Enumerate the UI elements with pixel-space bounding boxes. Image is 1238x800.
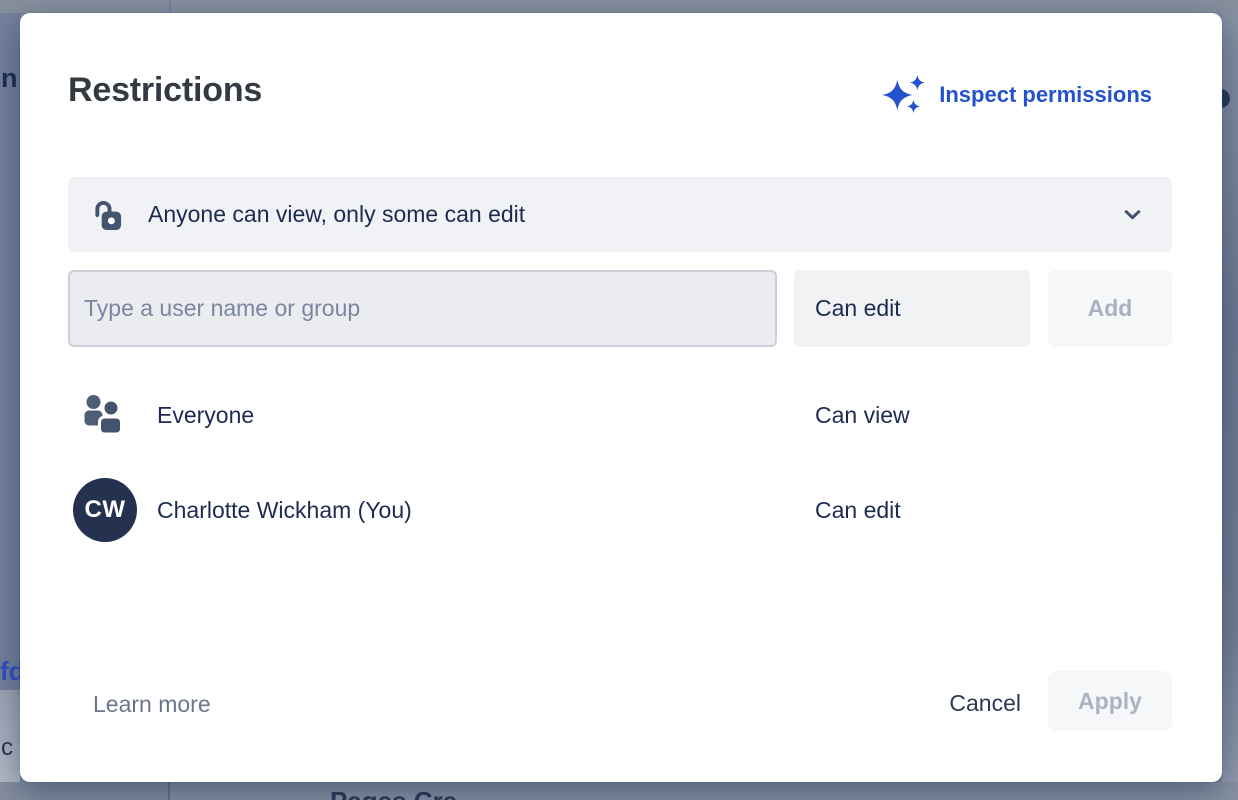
inspect-permissions-button[interactable]: Inspect permissions: [881, 75, 1152, 115]
avatar-initials: CW: [85, 496, 126, 524]
unlock-icon: [92, 198, 123, 232]
inspect-permissions-label: Inspect permissions: [939, 82, 1152, 108]
backdrop-left-strip: n fd c: [0, 13, 20, 800]
add-button[interactable]: Add: [1048, 270, 1172, 347]
dialog-title: Restrictions: [68, 71, 262, 109]
avatar: CW: [73, 478, 137, 542]
chevron-down-icon: [1124, 209, 1141, 220]
backdrop-hidden-button: [1222, 89, 1230, 108]
restriction-row-name: Charlotte Wickham (You): [157, 497, 412, 523]
cancel-button[interactable]: Cancel: [949, 690, 1021, 717]
backdrop-page-divider-top: [169, 0, 171, 13]
permission-select-value: Can edit: [815, 295, 901, 322]
backdrop-page-divider-bottom: [168, 782, 170, 800]
group-icon: [80, 393, 128, 442]
backdrop-text-fragment: c: [1, 734, 13, 762]
backdrop-bottom-band: Pages Cre: [0, 782, 1238, 800]
backdrop-top-band: [0, 0, 1238, 13]
backdrop-text-fragment: n: [1, 63, 18, 94]
restriction-row-permission: Can edit: [815, 497, 901, 523]
backdrop-right-strip: [1222, 13, 1238, 800]
backdrop-clipped-text: Pages Cre: [330, 786, 457, 800]
sparkles-icon: [881, 75, 927, 115]
permission-select[interactable]: Can edit: [794, 270, 1030, 347]
restrictions-dialog: Restrictions Inspect permissions Anyone …: [20, 13, 1222, 782]
visibility-select-value: Anyone can view, only some can edit: [148, 201, 1172, 228]
user-search-input[interactable]: [68, 270, 777, 347]
apply-button[interactable]: Apply: [1048, 671, 1172, 731]
backdrop-link-fragment: fd: [0, 656, 20, 687]
restriction-row-permission: Can view: [815, 402, 910, 428]
learn-more-link[interactable]: Learn more: [93, 691, 211, 717]
visibility-select[interactable]: Anyone can view, only some can edit: [68, 177, 1172, 252]
restriction-row-name: Everyone: [157, 402, 254, 428]
